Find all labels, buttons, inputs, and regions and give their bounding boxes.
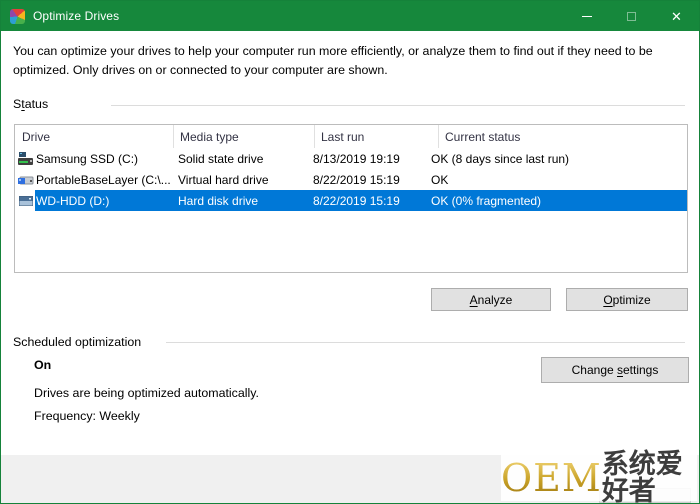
schedule-frequency: Frequency: Weekly (34, 409, 140, 423)
status-group-separator (111, 105, 685, 106)
current-status: OK (425, 173, 687, 187)
optimize-button[interactable]: Optimize (566, 288, 688, 311)
scheduled-group-separator (166, 342, 685, 343)
hdd-drive-icon (18, 193, 34, 209)
drive-name: Samsung SSD (C:) (34, 152, 172, 166)
optimize-drives-app-icon[interactable] (10, 9, 25, 24)
watermark-latin: OEM (501, 459, 602, 497)
last-run: 8/22/2019 15:19 (307, 194, 425, 208)
current-status: OK (8 days since last run) (425, 152, 687, 166)
table-row-samsung-ssd[interactable]: Samsung SSD (C:) Solid state drive 8/13/… (15, 148, 687, 169)
drive-name: PortableBaseLayer (C:\... (34, 173, 172, 187)
media-type: Virtual hard drive (172, 173, 307, 187)
close-icon: ✕ (671, 10, 682, 23)
schedule-detail: Drives are being optimized automatically… (34, 386, 259, 400)
close-button[interactable]: ✕ (654, 1, 699, 31)
scheduled-optimization-label: Scheduled optimization (13, 335, 141, 349)
description-text: You can optimize your drives to help you… (13, 42, 681, 80)
maximize-button[interactable] (609, 1, 654, 31)
media-type: Solid state drive (172, 152, 307, 166)
current-status: OK (0% fragmented) (425, 194, 687, 208)
status-group-label: Status (13, 97, 48, 111)
drives-table-header: Drive Media type Last run Current status (15, 125, 687, 148)
last-run: 8/22/2019 15:19 (307, 173, 425, 187)
ssd-drive-icon (18, 151, 34, 167)
window-controls: ✕ (564, 1, 699, 31)
last-run: 8/13/2019 19:19 (307, 152, 425, 166)
analyze-button[interactable]: Analyze (431, 288, 551, 311)
column-header-drive[interactable]: Drive (15, 125, 174, 148)
drives-table: Drive Media type Last run Current status… (14, 124, 688, 273)
watermark: OEM 系统爱好者 (501, 455, 697, 501)
column-header-current-status[interactable]: Current status (439, 125, 687, 148)
minimize-icon (582, 16, 592, 17)
column-header-last-run[interactable]: Last run (315, 125, 439, 148)
media-type: Hard disk drive (172, 194, 307, 208)
watermark-cjk: 系统爱好者 (602, 451, 695, 504)
minimize-button[interactable] (564, 1, 609, 31)
schedule-state: On (34, 358, 51, 372)
maximize-icon (627, 12, 636, 21)
titlebar: Optimize Drives ✕ (1, 1, 699, 31)
column-header-media-type[interactable]: Media type (174, 125, 315, 148)
window-title: Optimize Drives (33, 9, 119, 23)
table-row-portablebaselayer[interactable]: PortableBaseLayer (C:\... Virtual hard d… (15, 169, 687, 190)
drive-name: WD-HDD (D:) (34, 194, 172, 208)
virtual-drive-icon (18, 172, 34, 188)
optimize-drives-window: Optimize Drives ✕ You can optimize your … (0, 0, 700, 504)
change-settings-button[interactable]: Change settings (541, 357, 689, 383)
table-row-wd-hdd-selected[interactable]: WD-HDD (D:) Hard disk drive 8/22/2019 15… (15, 190, 687, 211)
